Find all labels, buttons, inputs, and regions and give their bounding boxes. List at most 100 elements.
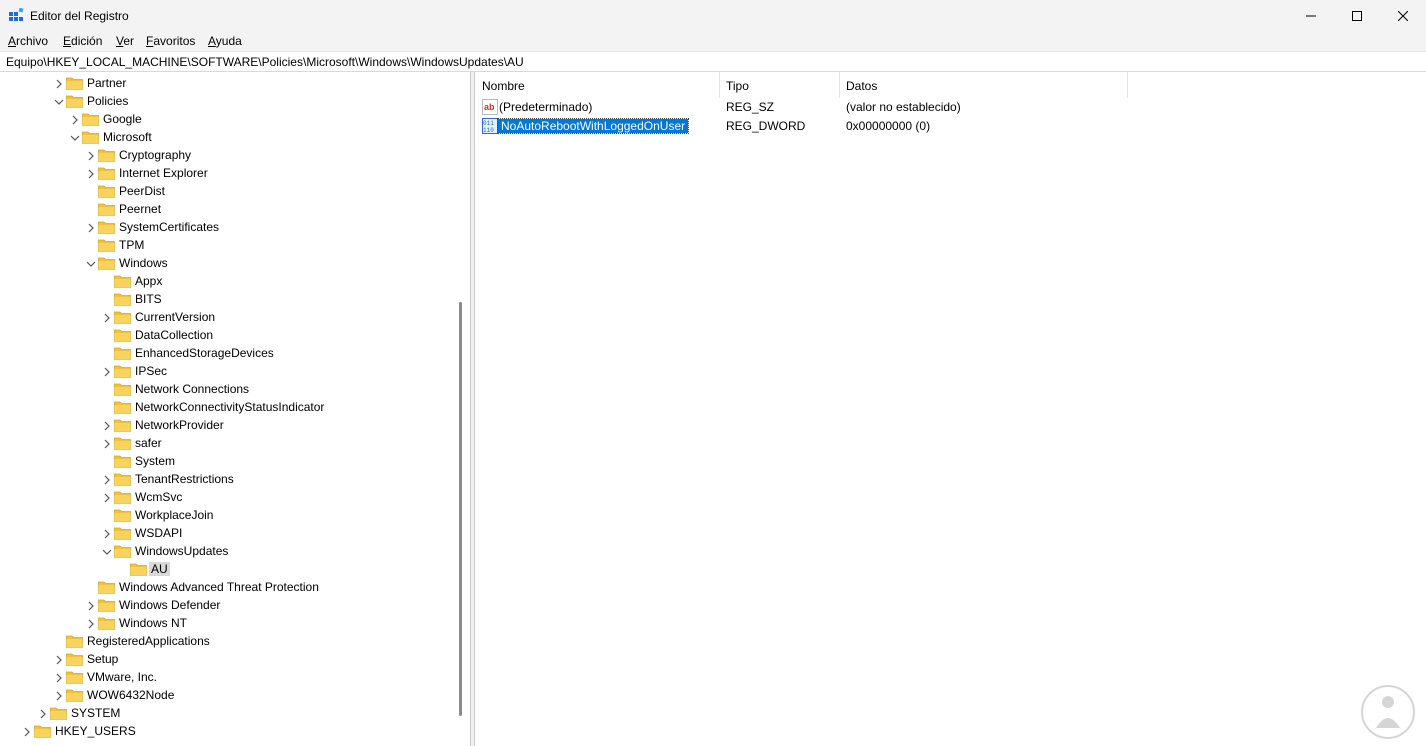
column-header-type[interactable]: Tipo: [720, 72, 840, 98]
menu-archivo[interactable]: Archivo: [8, 34, 48, 48]
tree-node[interactable]: Network Connections: [0, 380, 460, 398]
tree-node[interactable]: EnhancedStorageDevices: [0, 344, 460, 362]
tree-node[interactable]: SystemCertificates: [0, 218, 460, 236]
chevron-down-icon[interactable]: [86, 258, 96, 268]
column-header-name[interactable]: Nombre: [476, 72, 720, 98]
tree-scrollbar-thumb[interactable]: [459, 302, 462, 716]
value-name: NoAutoRebootWithLoggedOnUser: [496, 118, 690, 134]
tree-node[interactable]: Windows: [0, 254, 460, 272]
tree-node[interactable]: Google: [0, 110, 460, 128]
tree-node[interactable]: Peernet: [0, 200, 460, 218]
tree-node[interactable]: NetworkConnectivityStatusIndicator: [0, 398, 460, 416]
registry-editor-icon: [9, 8, 24, 21]
tree-node[interactable]: Cryptography: [0, 146, 460, 164]
tree-node[interactable]: SYSTEM: [0, 704, 460, 722]
tree-node-label: Peernet: [119, 202, 162, 216]
chevron-right-icon[interactable]: [54, 78, 64, 89]
menu-edicion[interactable]: Edición: [63, 34, 102, 48]
tree-node[interactable]: Partner: [0, 74, 460, 92]
chevron-right-icon[interactable]: [102, 420, 112, 431]
column-header-data[interactable]: Datos: [840, 72, 1128, 98]
folder-icon: [98, 166, 115, 180]
chevron-right-icon[interactable]: [102, 474, 112, 485]
close-button[interactable]: [1380, 0, 1426, 31]
tree-node[interactable]: Windows Defender: [0, 596, 460, 614]
folder-icon: [98, 616, 115, 630]
value-row[interactable]: ab (Predeterminado) REG_SZ (valor no establ…: [476, 98, 1128, 116]
tree-node[interactable]: Internet Explorer: [0, 164, 460, 182]
tree-node[interactable]: Windows NT: [0, 614, 460, 632]
chevron-right-icon[interactable]: [54, 690, 64, 701]
chevron-down-icon[interactable]: [70, 132, 80, 142]
tree-node[interactable]: Setup: [0, 650, 460, 668]
chevron-right-icon[interactable]: [38, 708, 48, 719]
chevron-down-icon[interactable]: [102, 546, 112, 556]
tree-node-label: Windows Defender: [119, 598, 221, 612]
chevron-right-icon[interactable]: [54, 672, 64, 683]
values-pane[interactable]: Nombre Tipo Datos ab (Predeterminado) REG_…: [476, 72, 1426, 746]
maximize-button[interactable]: [1334, 0, 1380, 31]
value-row[interactable]: 011 110 NoAutoRebootWithLoggedOnUser REG_DW…: [476, 117, 1128, 135]
registry-tree[interactable]: Partner Policies Google Microsoft Cryptograp…: [0, 72, 471, 746]
folder-icon: [98, 184, 115, 198]
tree-node-label: TenantRestrictions: [135, 472, 234, 486]
tree-node[interactable]: System: [0, 452, 460, 470]
tree-node[interactable]: Microsoft: [0, 128, 460, 146]
chevron-right-icon[interactable]: [102, 366, 112, 377]
tree-node[interactable]: WindowsUpdates: [0, 542, 460, 560]
menu-favoritos[interactable]: Favoritos: [146, 34, 195, 48]
tree-node-label: NetworkProvider: [135, 418, 224, 432]
address-bar[interactable]: Equipo\HKEY_LOCAL_MACHINE\SOFTWARE\Polic…: [0, 51, 1426, 72]
folder-icon: [130, 562, 147, 576]
tree-node[interactable]: Policies: [0, 92, 460, 110]
tree-node-label: SystemCertificates: [119, 220, 220, 234]
tree-node[interactable]: Windows Advanced Threat Protection: [0, 578, 460, 596]
chevron-right-icon[interactable]: [70, 114, 80, 125]
folder-icon: [98, 238, 115, 252]
tree-node[interactable]: WOW6432Node: [0, 686, 460, 704]
chevron-right-icon[interactable]: [86, 618, 96, 629]
tree-node[interactable]: TenantRestrictions: [0, 470, 460, 488]
tree-node[interactable]: Appx: [0, 272, 460, 290]
svg-text:110: 110: [483, 127, 494, 134]
tree-node[interactable]: DataCollection: [0, 326, 460, 344]
tree-node[interactable]: PeerDist: [0, 182, 460, 200]
chevron-right-icon[interactable]: [86, 168, 96, 179]
menu-ayuda[interactable]: Ayuda: [208, 34, 242, 48]
chevron-right-icon[interactable]: [22, 726, 32, 737]
tree-node-label: Cryptography: [119, 148, 192, 162]
tree-node[interactable]: IPSec: [0, 362, 460, 380]
tree-node[interactable]: CurrentVersion: [0, 308, 460, 326]
tree-node-label: WSDAPI: [135, 526, 183, 540]
tree-node[interactable]: RegisteredApplications: [0, 632, 460, 650]
menu-ver[interactable]: Ver: [116, 34, 134, 48]
tree-node[interactable]: VMware, Inc.: [0, 668, 460, 686]
tree-node[interactable]: WcmSvc: [0, 488, 460, 506]
chevron-right-icon[interactable]: [102, 492, 112, 503]
tree-node[interactable]: BITS: [0, 290, 460, 308]
chevron-right-icon[interactable]: [54, 654, 64, 665]
tree-node[interactable]: NetworkProvider: [0, 416, 460, 434]
tree-node[interactable]: safer: [0, 434, 460, 452]
folder-icon: [66, 634, 83, 648]
tree-node[interactable]: HKEY_USERS: [0, 722, 460, 740]
tree-node[interactable]: WSDAPI: [0, 524, 460, 542]
folder-icon: [114, 436, 131, 450]
chevron-right-icon[interactable]: [86, 150, 96, 161]
tree-node[interactable]: AU: [0, 560, 460, 578]
chevron-right-icon[interactable]: [102, 438, 112, 449]
tree-node[interactable]: WorkplaceJoin: [0, 506, 460, 524]
pane-splitter[interactable]: [471, 72, 475, 746]
chevron-down-icon[interactable]: [54, 96, 64, 106]
minimize-button[interactable]: [1288, 0, 1334, 31]
tree-node-label: Policies: [87, 94, 129, 108]
chevron-right-icon[interactable]: [86, 222, 96, 233]
tree-node[interactable]: TPM: [0, 236, 460, 254]
tree-node-label: TPM: [119, 238, 145, 252]
chevron-right-icon[interactable]: [102, 528, 112, 539]
folder-icon: [98, 598, 115, 612]
chevron-right-icon[interactable]: [86, 600, 96, 611]
tree-node-label: WOW6432Node: [87, 688, 175, 702]
chevron-right-icon[interactable]: [102, 312, 112, 323]
folder-icon: [114, 382, 131, 396]
